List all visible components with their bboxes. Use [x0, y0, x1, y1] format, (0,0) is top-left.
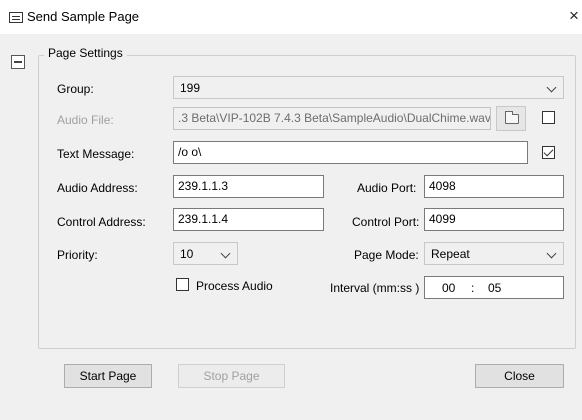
- control-address-field[interactable]: 239.1.1.4: [173, 208, 324, 231]
- folder-icon: [505, 111, 519, 124]
- chevron-down-icon: [546, 248, 557, 259]
- page-settings-legend: Page Settings: [44, 46, 127, 60]
- text-message-label: Text Message:: [57, 147, 135, 161]
- audio-address-label: Audio Address:: [57, 181, 138, 195]
- priority-select[interactable]: 10: [173, 242, 238, 265]
- close-window-button[interactable]: ×: [569, 6, 579, 26]
- audio-file-checkbox[interactable]: [542, 111, 555, 124]
- text-message-checkbox[interactable]: [542, 146, 555, 159]
- priority-value: 10: [180, 247, 194, 261]
- browse-folder-button[interactable]: [496, 106, 526, 131]
- audio-file-label: Audio File:: [57, 113, 114, 127]
- interval-minutes: 00: [442, 281, 456, 295]
- group-value: 199: [180, 81, 201, 95]
- window-title: Send Sample Page: [27, 9, 140, 24]
- control-port-label: Control Port:: [352, 215, 420, 229]
- audio-file-field: .3 Beta\VIP-102B 7.4.3 Beta\SampleAudio\…: [173, 107, 491, 130]
- chevron-down-icon: [220, 248, 231, 259]
- close-button[interactable]: Close: [475, 364, 564, 388]
- dialog-footer: [0, 396, 582, 420]
- process-audio-label: Process Audio: [196, 279, 273, 293]
- page-mode-value: Repeat: [431, 247, 470, 261]
- collapse-toggle-icon[interactable]: [11, 55, 25, 69]
- priority-label: Priority:: [57, 248, 98, 262]
- interval-label: Interval (mm:ss ): [330, 281, 420, 295]
- interval-field[interactable]: 00 : 05: [424, 276, 564, 299]
- interval-separator: :: [471, 281, 475, 295]
- page-mode-label: Page Mode:: [354, 248, 419, 262]
- control-address-label: Control Address:: [57, 215, 146, 229]
- text-message-field[interactable]: /o o\: [173, 141, 528, 164]
- group-label: Group:: [57, 82, 94, 96]
- group-select[interactable]: 199: [173, 76, 564, 99]
- page-mode-select[interactable]: Repeat: [424, 242, 564, 265]
- start-page-button[interactable]: Start Page: [64, 364, 152, 388]
- audio-port-label: Audio Port:: [357, 181, 417, 195]
- page-settings-group: [38, 55, 576, 349]
- title-bar: Send Sample Page ×: [0, 0, 582, 34]
- window-icon: [9, 12, 23, 23]
- chevron-down-icon: [546, 82, 557, 93]
- control-port-field[interactable]: 4099: [424, 208, 564, 231]
- stop-page-button: Stop Page: [178, 364, 285, 388]
- audio-address-field[interactable]: 239.1.1.3: [173, 175, 324, 198]
- audio-port-field[interactable]: 4098: [424, 175, 564, 198]
- process-audio-checkbox[interactable]: [176, 278, 189, 291]
- interval-seconds: 05: [488, 281, 502, 295]
